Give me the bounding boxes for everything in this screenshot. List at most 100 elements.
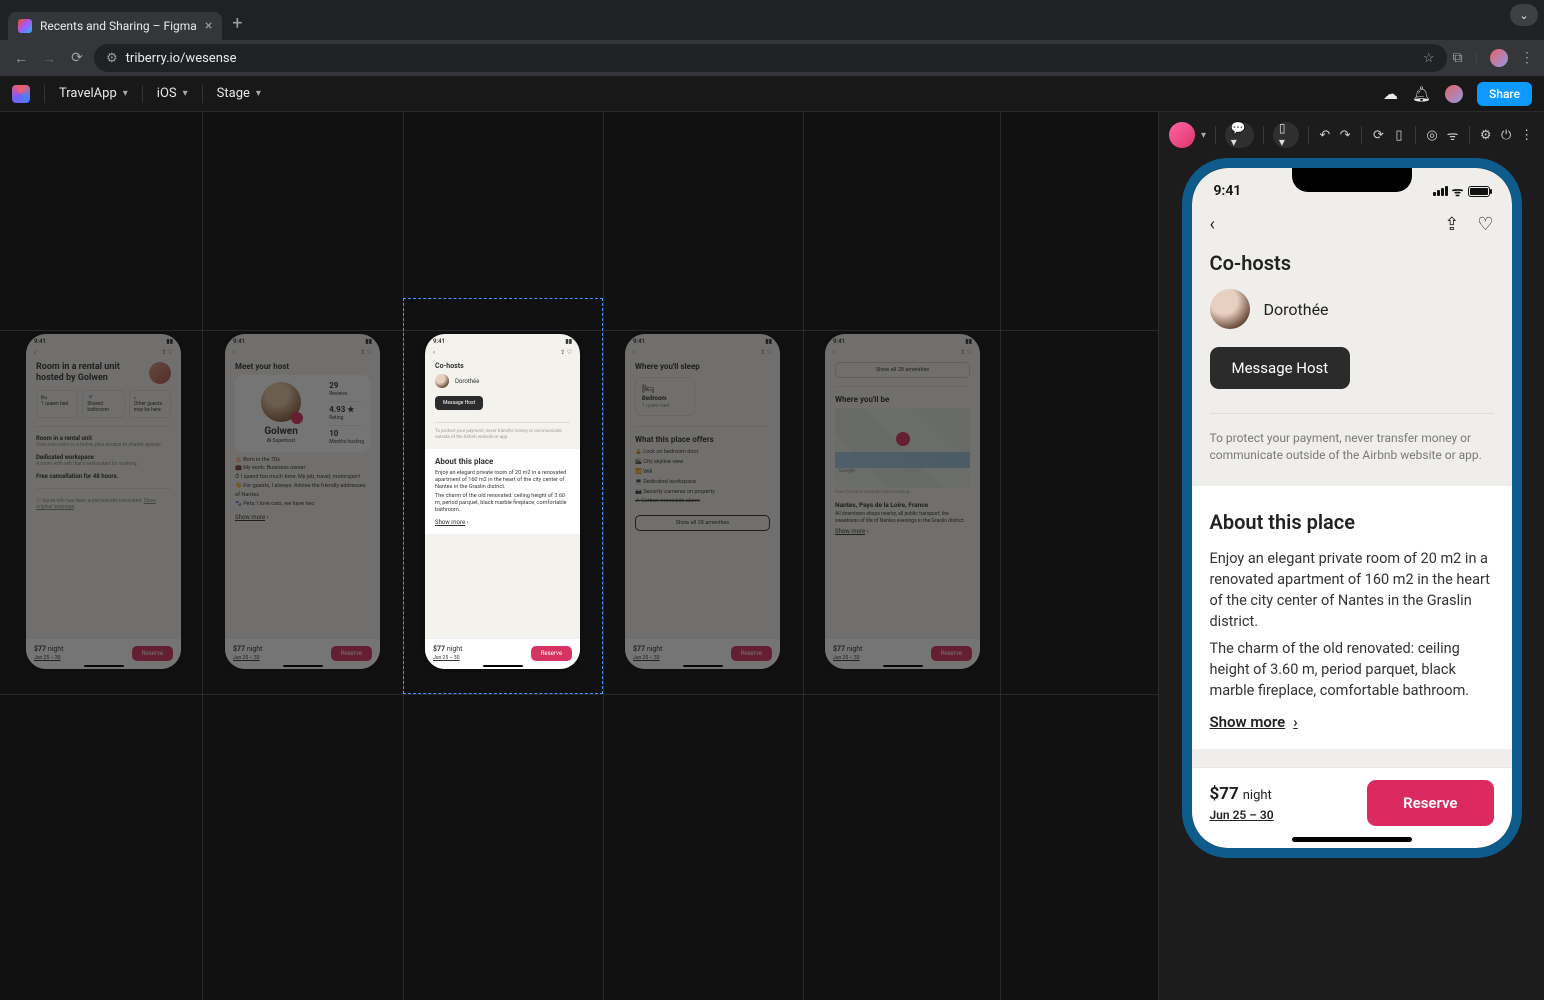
divider	[142, 85, 143, 103]
back-icon[interactable]: ←	[10, 50, 32, 67]
new-tab-button[interactable]: +	[222, 7, 252, 40]
inspector-toolbar: ▾ 💬 ▾ ▯ ▾ ↶ ↷ ⟳ ▯ ◎ ᯤ ⚙ ⏻ ⋮	[1159, 120, 1544, 158]
profile-avatar-icon[interactable]	[1490, 49, 1508, 67]
redo-icon[interactable]: ↷	[1338, 128, 1352, 143]
cohost-name: Dorothée	[1264, 300, 1329, 319]
signal-icon	[1433, 186, 1448, 196]
home-indicator	[1292, 837, 1412, 842]
rotate-icon[interactable]: ⟳	[1371, 128, 1385, 143]
app-topbar: TravelApp ▾ iOS ▾ Stage ▾ ☁ 🔔︎ Share	[0, 76, 1544, 112]
wifi-icon[interactable]: ᯤ	[1445, 126, 1459, 144]
power-icon[interactable]: ⏻	[1499, 128, 1513, 143]
project-name: TravelApp	[59, 86, 117, 101]
about-title: About this place	[1210, 510, 1494, 534]
inspector-panel: ▾ 💬 ▾ ▯ ▾ ↶ ↷ ⟳ ▯ ◎ ᯤ ⚙ ⏻ ⋮ 9:41 ᯤ	[1158, 112, 1544, 1000]
forward-icon[interactable]: →	[38, 50, 60, 67]
preview-user-avatar[interactable]	[1169, 122, 1195, 148]
comment-tool-icon[interactable]: 💬 ▾	[1225, 122, 1254, 148]
grid-line	[1000, 112, 1001, 1000]
device-select-icon[interactable]: ▯ ▾	[1273, 122, 1299, 148]
artboard-thumb[interactable]: 9:41▮▮ ‹⇪ ♡ Room in a rental unit hosted…	[26, 334, 181, 669]
message-host-button[interactable]: Message Host	[1210, 347, 1351, 389]
extensions-icon[interactable]: ⧉	[1453, 50, 1463, 66]
home-indicator	[883, 665, 923, 667]
cohost-avatar-icon	[1210, 289, 1250, 329]
location-icon[interactable]: ◎	[1425, 128, 1439, 143]
reserve-button[interactable]: Reserve	[531, 646, 572, 661]
booking-footer: $77 night Jun 25 – 30 Reserve	[1192, 767, 1512, 848]
status-time: 9:41	[233, 338, 245, 345]
status-time: 9:41	[34, 338, 46, 345]
cloud-sync-icon[interactable]: ☁	[1383, 85, 1398, 103]
show-all-amenities-button[interactable]: Show all 28 amenities	[635, 515, 770, 531]
undo-icon[interactable]: ↶	[1318, 128, 1332, 143]
reserve-button[interactable]: Reserve	[931, 646, 972, 661]
status-time: 9:41	[1214, 183, 1242, 199]
platform-dropdown[interactable]: iOS ▾	[157, 86, 188, 101]
divider	[1210, 413, 1494, 414]
artboard-title: Meet your host	[235, 362, 289, 371]
favorite-icon[interactable]: ♡	[1477, 214, 1493, 235]
home-indicator	[683, 665, 723, 667]
bookmark-icon[interactable]: ☆	[1423, 51, 1435, 66]
wifi-icon: ᯤ	[1452, 182, 1464, 200]
device-preview-frame: 9:41 ᯤ ‹ ⇪ ♡ Co-hosts	[1182, 158, 1522, 858]
section-title: Co-hosts	[1210, 251, 1494, 275]
device-frame-icon[interactable]: ▯	[1392, 128, 1406, 143]
artboard-thumb[interactable]: 9:41▮▮ ‹⇪ ♡ Show all 28 amenities Where …	[825, 334, 980, 669]
site-info-icon[interactable]: ⚙	[106, 51, 118, 66]
grid-line	[603, 112, 604, 1000]
chevron-down-icon: ▾	[256, 88, 261, 99]
back-icon[interactable]: ‹	[1210, 214, 1215, 235]
figma-favicon-icon	[18, 19, 32, 33]
browser-tab-active[interactable]: Recents and Sharing – Figma ×	[8, 12, 222, 40]
browser-menu-icon[interactable]: ⋮	[1520, 50, 1534, 66]
show-all-amenities-button[interactable]: Show all 28 amenities	[835, 362, 970, 378]
more-icon[interactable]: ⋮	[1519, 128, 1533, 143]
host-avatar-icon	[149, 362, 171, 384]
show-more-button[interactable]: Show more ›	[1210, 713, 1494, 731]
divider	[202, 85, 203, 103]
address-bar[interactable]: ⚙ triberry.io/wesense ☆	[94, 44, 1447, 72]
artboard-thumb[interactable]: 9:41▮▮ ‹⇪ ♡ Where you'll sleep 🛏 Bedroom…	[625, 334, 780, 669]
battery-icon	[1468, 186, 1490, 197]
about-paragraph: Enjoy an elegant private room of 20 m2 i…	[1210, 548, 1494, 632]
chevron-down-icon: ▾	[123, 88, 128, 99]
window-menu-button[interactable]: ⌄	[1510, 4, 1538, 26]
screen-navbar: ‹ ⇪ ♡	[1192, 210, 1512, 245]
message-host-button[interactable]: Message Host	[435, 396, 483, 410]
grid-line	[403, 112, 404, 1000]
reserve-button[interactable]: Reserve	[731, 646, 772, 661]
app-logo-icon[interactable]	[12, 85, 30, 103]
about-paragraph: The charm of the old renovated: ceiling …	[1210, 638, 1494, 701]
artboard-thumb[interactable]: 9:41▮▮ ‹⇪ ♡ Meet your host Golwen ✪ Supe…	[225, 334, 380, 669]
share-icon[interactable]: ⇪	[1444, 214, 1459, 235]
share-button[interactable]: Share	[1477, 82, 1532, 106]
reserve-button[interactable]: Reserve	[132, 646, 173, 661]
user-avatar-icon[interactable]	[1445, 85, 1463, 103]
reload-icon[interactable]: ⟳	[66, 50, 88, 66]
notifications-icon[interactable]: 🔔︎	[1412, 85, 1431, 103]
close-tab-icon[interactable]: ×	[205, 18, 212, 34]
chevron-down-icon[interactable]: ▾	[1201, 130, 1206, 141]
price-amount: $77	[1210, 784, 1239, 804]
payment-disclaimer: To protect your payment, never transfer …	[1210, 430, 1494, 464]
tab-title: Recents and Sharing – Figma	[40, 19, 197, 33]
price-unit: night	[1243, 788, 1272, 803]
artboard-thumb-selected[interactable]: 9:41▮▮ ‹⇪ ♡ Co-hosts Dorothée Message Ho…	[425, 334, 580, 669]
grid-line	[803, 112, 804, 1000]
chevron-down-icon: ▾	[183, 88, 188, 99]
settings-icon[interactable]: ⚙	[1479, 128, 1493, 143]
project-dropdown[interactable]: TravelApp ▾	[59, 86, 128, 101]
env-dropdown[interactable]: Stage ▾	[217, 86, 261, 101]
status-time: 9:41	[433, 338, 445, 345]
chevron-right-icon: ›	[1293, 713, 1298, 731]
map-thumb: Google	[835, 408, 970, 488]
reserve-button[interactable]: Reserve	[331, 646, 372, 661]
grid-line	[202, 112, 203, 1000]
booking-dates[interactable]: Jun 25 – 30	[1210, 808, 1274, 822]
reserve-button[interactable]: Reserve	[1367, 780, 1493, 826]
divider	[44, 85, 45, 103]
artboard-title: Room in a rental unit hosted by Golwen	[36, 362, 136, 384]
map-pin-icon	[896, 432, 910, 446]
